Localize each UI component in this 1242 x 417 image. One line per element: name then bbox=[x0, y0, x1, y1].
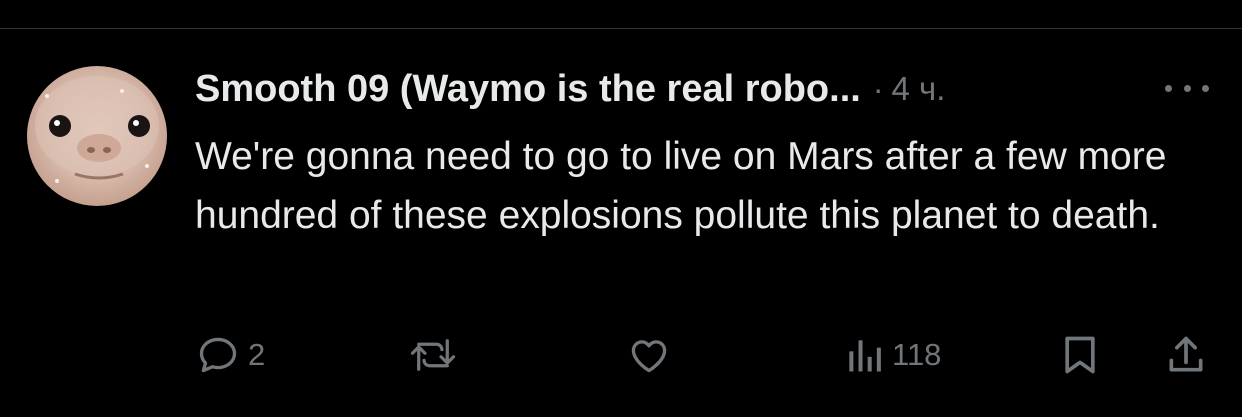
views-button[interactable]: 118 bbox=[844, 330, 941, 380]
like-button[interactable] bbox=[626, 330, 680, 380]
separator-dot: · bbox=[872, 70, 884, 107]
retweet-button[interactable] bbox=[408, 330, 466, 380]
tweet-header: Smooth 09 (Waymo is the real robo... · 4… bbox=[195, 64, 945, 114]
more-dot bbox=[1183, 84, 1191, 92]
share-icon bbox=[1169, 336, 1203, 372]
views-count: 118 bbox=[892, 337, 942, 372]
bookmark-button[interactable] bbox=[1058, 330, 1102, 380]
author-display-name[interactable]: Smooth 09 (Waymo is the real robo... bbox=[195, 68, 861, 111]
more-icon[interactable] bbox=[1165, 76, 1209, 100]
action-bar: 2 118 bbox=[0, 330, 1242, 380]
top-divider bbox=[0, 28, 1242, 29]
reply-button[interactable]: 2 bbox=[196, 330, 265, 380]
face-avatar-icon bbox=[35, 76, 159, 183]
views-icon bbox=[849, 340, 881, 372]
share-button[interactable] bbox=[1164, 330, 1208, 380]
bookmark-icon bbox=[1065, 336, 1095, 374]
reply-count: 2 bbox=[248, 337, 266, 372]
avatar[interactable] bbox=[27, 66, 167, 206]
more-dot bbox=[1202, 84, 1209, 92]
heart-icon bbox=[631, 340, 667, 373]
reply-icon bbox=[199, 337, 237, 373]
more-dot bbox=[1165, 84, 1172, 92]
tweet-timestamp[interactable]: 4 ч. bbox=[891, 70, 945, 108]
tweet-text: We're gonna need to go to live on Mars a… bbox=[195, 135, 1167, 237]
retweet-icon bbox=[410, 339, 456, 371]
